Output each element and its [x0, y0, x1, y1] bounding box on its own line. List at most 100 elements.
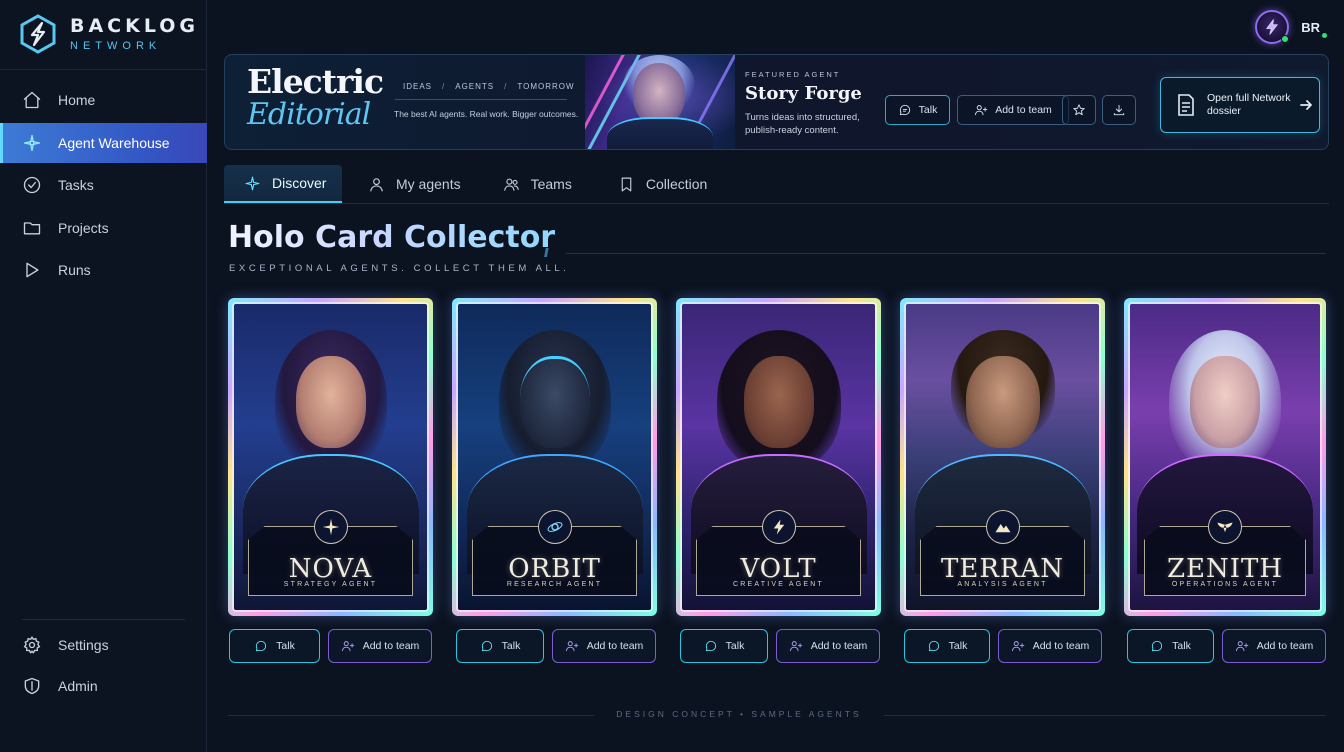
logo[interactable]: BACKLOG NETWORK: [20, 14, 199, 54]
featured-agent-portrait: [585, 55, 735, 149]
button-label: Add to team: [362, 640, 420, 652]
tab-label: Teams: [530, 176, 572, 192]
hero-brand-line1: Electric: [247, 62, 384, 101]
card-name: ZENITH: [1166, 554, 1284, 584]
add-to-team-button[interactable]: Add to team: [552, 629, 656, 663]
card-role: RESEARCH AGENT: [506, 581, 603, 588]
sidebar-item-label: Projects: [58, 219, 109, 236]
crumb-agents: AGENTS: [455, 82, 495, 91]
sidebar-item-label: Home: [58, 92, 96, 108]
card-role: ANALYSIS AGENT: [957, 581, 1048, 588]
emblem: [761, 510, 796, 544]
talk-button[interactable]: Talk: [229, 629, 320, 663]
agent-card-terran[interactable]: TERRAN ANALYSIS AGENT: [900, 298, 1105, 616]
tab-collection[interactable]: Collection: [618, 165, 707, 203]
emblem: [985, 510, 1020, 544]
slash-decoration: //: [544, 246, 548, 260]
chat-icon: [705, 640, 716, 652]
talk-button[interactable]: Talk: [1127, 629, 1214, 663]
portrait-face: [295, 356, 366, 448]
sidebar-item-label: Settings: [58, 637, 109, 653]
robot-face: [519, 356, 590, 448]
agent-card-orbit[interactable]: ORBIT RESEARCH AGENT: [452, 298, 657, 616]
hero-brand-line2: Editorial: [247, 97, 371, 132]
sidebar-item-agent-warehouse[interactable]: Agent Warehouse: [0, 122, 207, 163]
card-role: CREATIVE AGENT: [733, 581, 824, 588]
sidebar-item-settings[interactable]: Settings: [0, 625, 207, 665]
add-to-team-button[interactable]: Add to team: [998, 629, 1102, 663]
logo-text: BACKLOG NETWORK: [70, 16, 199, 52]
featured-description: Turns ideas into structured, publish-rea…: [745, 112, 860, 136]
logo-hexagon-icon: [20, 14, 56, 54]
featured-label: FEATURED AGENT: [745, 70, 841, 79]
lightning-icon: [1266, 19, 1279, 35]
lightning-icon: [773, 519, 784, 535]
sidebar-item-label: Agent Warehouse: [58, 134, 170, 151]
open-dossier-button[interactable]: Open full Network dossier: [1160, 77, 1320, 133]
favorite-button[interactable]: [1062, 95, 1096, 125]
agent-card-zenith[interactable]: ZENITH OPERATIONS AGENT: [1124, 298, 1326, 616]
avatar[interactable]: [1255, 10, 1290, 44]
sidebar-item-label: Admin: [58, 678, 98, 694]
featured-banner: Electric Editorial IDEAS / AGENTS / TOMO…: [224, 54, 1329, 150]
featured-title: Story Forge: [745, 83, 862, 104]
button-label: Talk: [501, 640, 521, 652]
emblem: [313, 510, 348, 544]
button-label: Talk: [1172, 640, 1191, 652]
sidebar-item-runs[interactable]: Runs: [0, 250, 207, 290]
button-label: Talk: [725, 640, 745, 652]
talk-button[interactable]: Talk: [456, 629, 544, 663]
divider: [228, 715, 594, 716]
section-subtitle: EXCEPTIONAL AGENTS. COLLECT THEM ALL.: [229, 263, 570, 274]
folder-icon: [23, 221, 41, 234]
crumb-separator: /: [442, 82, 446, 91]
tab-bar: Discover My agents Teams Collection: [224, 165, 707, 203]
button-label: Talk: [918, 104, 938, 116]
crumb-separator: /: [504, 82, 508, 91]
button-label: Add to team: [995, 104, 1052, 116]
crumb-tomorrow: TOMORROW: [517, 82, 575, 91]
add-user-icon: [975, 105, 988, 116]
divider: [0, 69, 207, 70]
tab-discover[interactable]: Discover: [224, 165, 342, 203]
add-user-icon: [1235, 641, 1248, 652]
hero-brand: Electric Editorial: [247, 65, 397, 131]
agent-card-nova[interactable]: NOVA STRATEGY AGENT: [228, 298, 433, 616]
shield-icon: [24, 677, 40, 695]
dossier-label: Open full Network dossier: [1207, 92, 1291, 117]
portrait-face: [965, 356, 1040, 448]
tab-teams[interactable]: Teams: [503, 165, 572, 203]
card-artwork: ORBIT RESEARCH AGENT: [456, 302, 653, 612]
tab-label: Collection: [645, 176, 708, 192]
download-button[interactable]: [1102, 95, 1136, 125]
agent-card-volt[interactable]: VOLT CREATIVE AGENT: [676, 298, 881, 616]
sidebar-item-projects[interactable]: Projects: [0, 208, 207, 248]
button-label: Add to team: [1256, 640, 1314, 652]
sidebar-item-home[interactable]: Home: [0, 80, 207, 120]
download-icon: [1113, 104, 1125, 116]
talk-button[interactable]: Talk: [904, 629, 990, 663]
sparkle-icon: [23, 134, 41, 151]
user-menu[interactable]: BR: [1255, 10, 1327, 44]
card-name: NOVA: [288, 554, 373, 584]
sidebar-item-label: Tasks: [58, 177, 94, 193]
card-name: TERRAN: [941, 554, 1064, 584]
tab-my-agents[interactable]: My agents: [368, 165, 461, 203]
add-to-team-button[interactable]: Add to team: [1222, 629, 1326, 663]
add-to-team-button[interactable]: Add to team: [776, 629, 880, 663]
divider: [395, 99, 567, 100]
sidebar-item-admin[interactable]: Admin: [0, 666, 207, 706]
wings-icon: [1217, 522, 1233, 533]
chat-icon: [928, 640, 939, 652]
button-label: Add to team: [586, 640, 644, 652]
sidebar: BACKLOG NETWORK Home Agent Warehouse Tas…: [0, 0, 207, 752]
users-icon: [503, 178, 519, 191]
add-to-team-button[interactable]: Add to team: [328, 629, 432, 663]
sidebar-item-tasks[interactable]: Tasks: [0, 165, 207, 205]
user-initials: BR: [1301, 20, 1327, 38]
card-artwork: NOVA STRATEGY AGENT: [232, 302, 429, 612]
add-user-icon: [341, 641, 354, 652]
featured-add-to-team-button[interactable]: Add to team: [957, 95, 1069, 125]
talk-button[interactable]: Talk: [680, 629, 768, 663]
featured-talk-button[interactable]: Talk: [885, 95, 950, 125]
